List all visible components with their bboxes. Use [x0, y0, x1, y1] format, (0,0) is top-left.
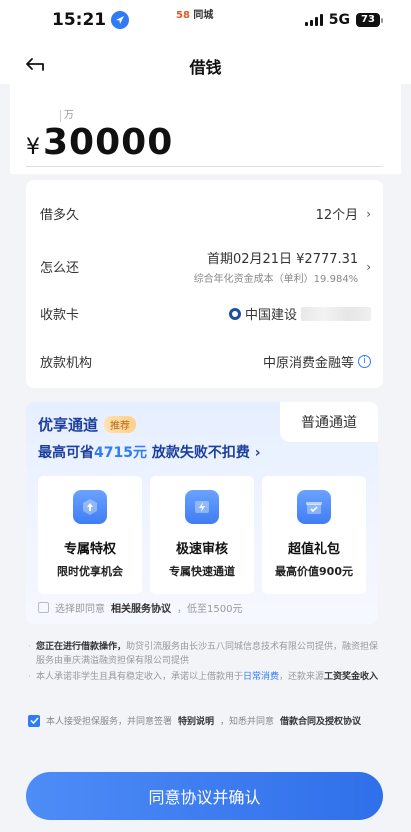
- bank-logo-icon: [228, 307, 241, 320]
- card-bank-name: 中国建设: [244, 308, 297, 323]
- chevron-right-icon: ›: [254, 445, 261, 461]
- tab-normal-channel[interactable]: 普通通道: [280, 402, 378, 442]
- lightning-card-icon: [185, 490, 219, 524]
- feature-fast-review: 极速审核 专属快速通道: [150, 476, 254, 594]
- currency-symbol: ¥: [26, 135, 40, 160]
- feature-subtitle: 限时优享机会: [57, 565, 123, 578]
- app-indicator-name: 同城: [193, 10, 214, 21]
- repay-row[interactable]: 怎么还 首期02月21日 ¥2777.31 综合年化资金成本（单利）19.984…: [40, 248, 371, 285]
- consent-text-a: 本人接受担保服务，并同意签署: [46, 717, 173, 727]
- feature-title: 极速审核: [175, 542, 228, 557]
- amount-value[interactable]: 30000: [43, 122, 173, 163]
- note-item: 您正在进行借款操作，助贷引流服务由长沙五八同城信息技术有限公司提供，融资担保服务…: [28, 640, 384, 668]
- app-indicator-number: 58: [176, 10, 190, 21]
- term-value-group: 12个月 ›: [315, 204, 371, 224]
- battery-level: 73: [356, 13, 380, 27]
- purpose-link[interactable]: 日常消费: [243, 672, 279, 682]
- app-indicator: 58 同城: [176, 6, 213, 21]
- promo-line[interactable]: 最高可省4715元 放款失败不扣费 ›: [38, 442, 261, 462]
- clock: 15:21: [52, 10, 107, 30]
- loan-details-card: 借多久 12个月 › 怎么还 首期02月21日 ¥2777.31 综合年化资金成…: [26, 180, 383, 388]
- channel-card: 优享通道 推荐 普通通道 最高可省4715元 放款失败不扣费 › 专属特权 限时…: [26, 402, 378, 624]
- service-agreement-checkbox[interactable]: [38, 602, 49, 613]
- info-icon[interactable]: i: [358, 355, 371, 368]
- promo-prefix: 最高可省: [38, 445, 94, 461]
- loan-contract-link[interactable]: 借款合同及授权协议: [280, 714, 361, 727]
- hexagon-arrow-icon: [73, 490, 107, 524]
- repay-value-group: 首期02月21日 ¥2777.31 综合年化资金成本（单利）19.984% ›: [194, 248, 371, 285]
- repay-first-installment: 首期02月21日 ¥2777.31: [206, 252, 359, 267]
- feature-subtitle: 专属快速通道: [169, 565, 235, 578]
- location-arrow-icon: [111, 11, 130, 29]
- premium-channel-label: 优享通道: [38, 416, 99, 434]
- repay-label: 怎么还: [40, 261, 80, 276]
- card-value: 中国建设: [228, 304, 371, 323]
- consent-row: 本人接受担保服务，并同意签署 特别说明 ，知悉并同意 借款合同及授权协议: [28, 714, 361, 727]
- amount-input[interactable]: ¥ 30000: [26, 122, 173, 163]
- signal-icon: [304, 14, 323, 26]
- lender-label: 放款机构: [40, 356, 93, 371]
- note-bold: 您正在进行借款操作，: [36, 642, 127, 652]
- tab-premium-channel[interactable]: 优享通道 推荐: [38, 414, 137, 435]
- amount-unit-hint: 万: [60, 110, 74, 122]
- repay-annual-rate: 综合年化资金成本（单利）19.984%: [193, 274, 359, 285]
- feature-exclusive: 专属特权 限时优享机会: [38, 476, 142, 594]
- repayment-source[interactable]: 工资奖金收入: [324, 672, 378, 682]
- term-row[interactable]: 借多久 12个月 ›: [40, 204, 371, 224]
- card-label: 收款卡: [40, 308, 80, 323]
- card-row[interactable]: 收款卡 中国建设: [40, 304, 371, 323]
- lender-row: 放款机构 中原消费金融等 i: [40, 352, 371, 371]
- network-type: 5G: [328, 12, 350, 28]
- note-text: 本人承诺非学生且具有稳定收入，承诺以上借款用于: [36, 672, 244, 682]
- confirm-button[interactable]: 同意协议并确认: [26, 772, 383, 820]
- lender-value-group: 中原消费金融等 i: [263, 352, 371, 371]
- status-time: 15:21: [52, 10, 130, 30]
- checkmark-icon: [29, 717, 39, 725]
- amount-section: 万 ¥ 30000: [10, 84, 401, 174]
- feature-title: 专属特权: [63, 542, 116, 557]
- consent-text-c: ，知悉并同意: [220, 717, 275, 727]
- repay-value: 首期02月21日 ¥2777.31 综合年化资金成本（单利）19.984%: [194, 248, 359, 285]
- normal-channel-label: 普通通道: [301, 415, 357, 431]
- note-text: ，还款来源: [279, 672, 325, 682]
- gift-icon: [297, 490, 331, 524]
- battery-icon: 73: [356, 13, 383, 27]
- term-value: 12个月: [315, 208, 359, 223]
- card-number-mask: [301, 306, 371, 321]
- disclaimer-notes: 您正在进行借款操作，助贷引流服务由长沙五八同城信息技术有限公司提供，融资担保服务…: [28, 640, 384, 686]
- service-agreement-row: 选择即同意 相关服务协议 ，低至1500元: [38, 600, 242, 615]
- chevron-right-icon: ›: [366, 206, 371, 221]
- feature-subtitle: 最高价值900元: [275, 565, 353, 578]
- page-title: 借钱: [189, 58, 222, 77]
- lender-value: 中原消费金融等: [262, 356, 354, 371]
- term-label: 借多久: [40, 208, 80, 223]
- agree-suffix: ，低至1500元: [177, 604, 243, 615]
- nav-bar: 借钱: [0, 44, 411, 84]
- promo-suffix: 放款失败不扣费: [146, 445, 250, 461]
- amount-underline: [26, 166, 383, 167]
- chevron-right-icon: ›: [366, 259, 371, 274]
- consent-checkbox[interactable]: [28, 714, 40, 727]
- note-item: 本人承诺非学生且具有稳定收入，承诺以上借款用于日常消费，还款来源工资奖金收入: [28, 670, 384, 684]
- recommended-badge: 推荐: [104, 416, 137, 433]
- service-agreement-link[interactable]: 相关服务协议: [111, 600, 171, 615]
- special-note-link[interactable]: 特别说明: [178, 714, 214, 727]
- promo-amount: 4715元: [94, 445, 147, 461]
- feature-title: 超值礼包: [287, 542, 340, 557]
- status-right: 5G 73: [304, 12, 383, 28]
- feature-gift-pack: 超值礼包 最高价值900元: [262, 476, 366, 594]
- status-bar: 15:21 58 同城 5G 73: [0, 0, 411, 44]
- agree-prefix: 选择即同意: [55, 604, 105, 615]
